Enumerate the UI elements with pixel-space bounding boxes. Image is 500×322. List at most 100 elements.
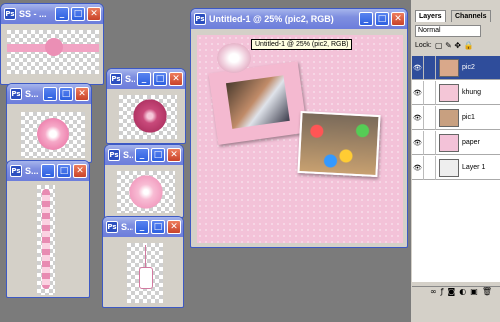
bow-knot [45,38,63,56]
close-button[interactable]: ✕ [167,148,181,162]
layer-row-layer-1[interactable]: 👁 Layer 1 [412,155,500,180]
photoshop-icon: Ps [108,149,120,161]
layer-thumbnail [439,83,459,102]
image-canvas[interactable] [117,171,175,213]
window-title: S... [121,222,133,232]
eye-icon[interactable]: 👁 [412,130,424,155]
bead-string [42,189,50,289]
minimize-button[interactable]: _ [55,7,69,21]
photoshop-icon: Ps [10,165,22,177]
tooltip: Untitled-1 @ 25% (pic2, RGB) [251,39,353,50]
window-title: SS - ... [19,9,47,19]
document-window-2[interactable]: Ps S... _ □ ✕ [6,83,92,163]
photo-baby [225,75,290,129]
blend-mode-select[interactable]: Normal [415,25,481,37]
layer-name: Layer 1 [462,164,486,171]
maximize-button[interactable]: □ [151,220,165,234]
minimize-button[interactable]: _ [41,164,55,178]
document-window-5[interactable]: PsS..._□✕ [104,144,184,218]
lock-slot [424,130,436,155]
window-title: S... [25,166,39,176]
brush-icon [424,55,436,80]
image-canvas[interactable] [119,95,177,139]
scrapbook-canvas[interactable] [197,35,403,243]
layers-list: 👁 pic2 👁 khung 👁 pic1 👁 paper 👁 Layer 1 [412,55,500,282]
trash-icon[interactable]: 🗑 [482,287,492,300]
close-button[interactable]: ✕ [75,87,89,101]
layer-thumbnail [439,58,459,77]
photo-frame [208,61,308,145]
new-layer-icon[interactable]: ▣ [470,287,478,300]
maximize-button[interactable]: □ [71,7,85,21]
eye-icon[interactable]: 👁 [412,55,424,80]
maximize-button[interactable]: □ [59,87,73,101]
adjustment-icon[interactable]: ◐ [459,287,466,300]
photoshop-icon: Ps [10,88,22,100]
minimize-button[interactable]: _ [359,12,373,26]
layer-row-paper[interactable]: 👁 paper [412,130,500,155]
layer-row-pic1[interactable]: 👁 pic1 [412,105,500,130]
title-bar[interactable]: PsS..._□✕ [103,217,183,237]
layer-thumbnail [439,133,459,152]
main-document-window[interactable]: Ps Untitled-1 @ 25% (pic2, RGB) _ □ ✕ Untitl… [190,8,408,248]
image-canvas[interactable] [7,30,99,74]
close-button[interactable]: ✕ [87,7,101,21]
eye-icon[interactable]: 👁 [412,80,424,105]
close-button[interactable]: ✕ [167,220,181,234]
document-window-4[interactable]: PsS..._□✕ [106,68,186,144]
window-title: S... [25,89,39,99]
close-button[interactable]: ✕ [73,164,87,178]
layer-name: pic1 [462,114,475,121]
light-pink-flower [129,175,163,209]
close-button[interactable]: ✕ [169,72,183,86]
maximize-button[interactable]: □ [151,148,165,162]
photo-ball-pit [297,110,381,178]
minimize-button[interactable]: _ [135,220,149,234]
minimize-button[interactable]: _ [135,148,149,162]
mask-icon[interactable]: ◙ [448,287,456,300]
title-bar[interactable]: PsS... _□✕ [7,84,91,104]
layer-name: paper [462,139,480,146]
image-canvas[interactable] [37,185,55,295]
title-bar[interactable]: Ps Untitled-1 @ 25% (pic2, RGB) _ □ ✕ [191,9,407,29]
fx-icon[interactable]: ƒ [441,287,444,300]
window-title: Untitled-1 @ 25% (pic2, RGB) [209,14,334,24]
document-window-ss[interactable]: Ps SS - ... _ □ ✕ [0,3,104,85]
title-bar[interactable]: Ps SS - ... _ □ ✕ [1,4,103,24]
eye-icon[interactable]: 👁 [412,105,424,130]
window-title: S... [125,74,135,84]
layer-name: khung [462,89,482,96]
tag-string [145,245,146,267]
image-canvas[interactable] [127,243,163,303]
pink-flower [37,118,69,150]
minimize-button[interactable]: _ [137,72,151,86]
layer-thumbnail [439,108,459,127]
title-bar[interactable]: PsS..._□✕ [7,161,89,181]
title-bar[interactable]: PsS..._□✕ [107,69,185,89]
maximize-button[interactable]: □ [57,164,71,178]
layers-panel[interactable]: Layers Channels Normal Lock: ▢ ✎ ✥ 🔒 👁 pi… [411,0,500,322]
lock-label: Lock: [415,42,432,49]
tab-channels[interactable]: Channels [451,10,491,22]
link-icon[interactable]: ∞ [430,287,437,300]
layer-row-pic2[interactable]: 👁 pic2 [412,55,500,80]
flower-embellishment [217,43,251,73]
layers-footer-toolbar: ∞ ƒ ◙ ◐ ▣ 🗑 [412,286,500,300]
magenta-flower [133,99,167,133]
eye-icon[interactable]: 👁 [412,155,424,180]
hanging-tag [139,267,153,289]
minimize-button[interactable]: _ [43,87,57,101]
lock-slot [424,105,436,130]
layer-name: pic2 [462,64,475,71]
close-button[interactable]: ✕ [391,12,405,26]
lock-icons[interactable]: ▢ ✎ ✥ 🔒 [435,41,474,50]
layer-row-khung[interactable]: 👁 khung [412,80,500,105]
maximize-button[interactable]: □ [375,12,389,26]
tab-layers[interactable]: Layers [415,10,446,22]
window-title: S... [123,150,133,160]
image-canvas[interactable] [21,112,85,158]
document-window-3[interactable]: Ps S... _ □ ✕ [6,160,90,298]
document-window-6[interactable]: PsS..._□✕ [102,216,184,308]
maximize-button[interactable]: □ [153,72,167,86]
title-bar[interactable]: PsS..._□✕ [105,145,183,165]
